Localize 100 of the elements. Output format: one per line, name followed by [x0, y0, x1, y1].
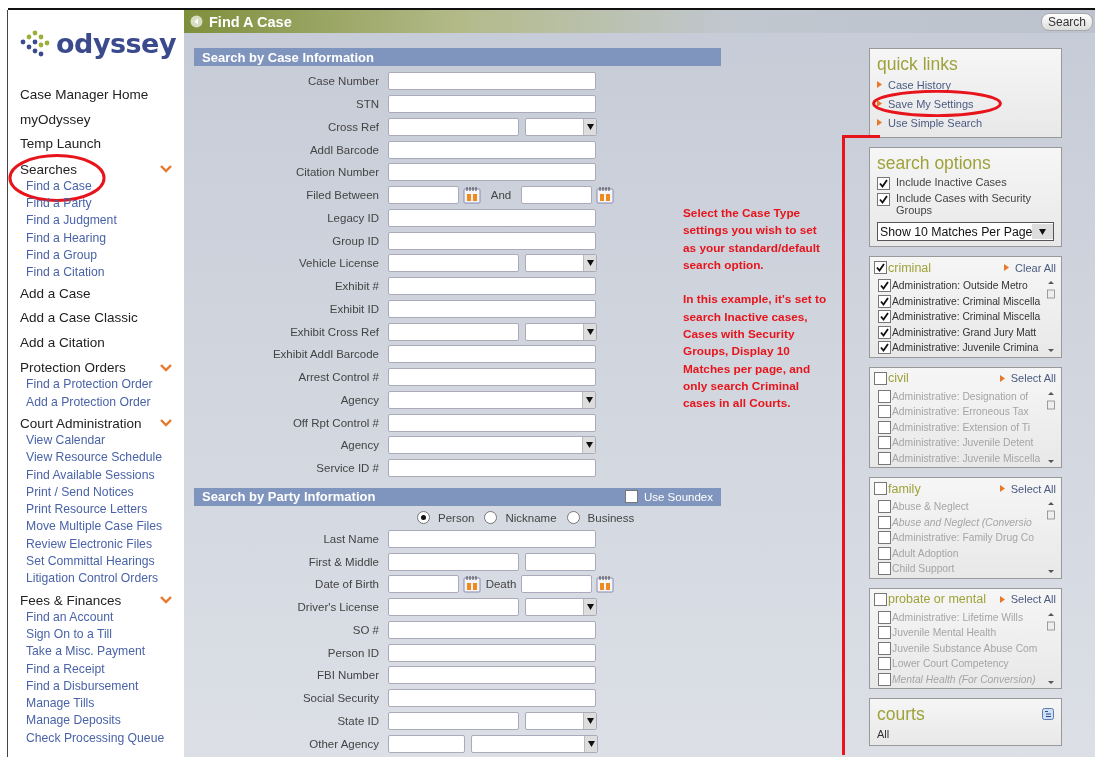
checkbox[interactable]: [874, 371, 887, 385]
select-link[interactable]: Select All: [1010, 372, 1056, 384]
nav-link[interactable]: Litigation Control Orders: [20, 570, 159, 588]
checkbox[interactable]: [878, 500, 891, 514]
input-field[interactable]: [388, 459, 596, 478]
list-item[interactable]: Administrative: Criminal Miscella: [892, 311, 1041, 323]
caret-icon[interactable]: [586, 123, 594, 130]
input-field[interactable]: [388, 299, 596, 318]
nav-link[interactable]: Find a Hearing: [20, 229, 106, 247]
nav-item[interactable]: Searches: [20, 160, 78, 178]
nav-link[interactable]: Manage Deposits: [20, 712, 121, 730]
input-field[interactable]: [388, 345, 596, 364]
chevron-icon[interactable]: [160, 165, 172, 174]
nav-link[interactable]: Add a Protection Order: [20, 393, 151, 411]
calendar-icon[interactable]: [463, 186, 481, 205]
nav-item[interactable]: Fees & Finances: [20, 591, 122, 609]
checkbox[interactable]: [878, 294, 891, 308]
input-field[interactable]: [388, 163, 596, 182]
nav-item[interactable]: Add a Case Classic: [20, 306, 138, 331]
checkbox[interactable]: [874, 261, 887, 274]
list-item[interactable]: Administrative: Criminal Miscella: [892, 295, 1041, 307]
nav-link[interactable]: View Resource Schedule: [20, 449, 162, 467]
chevron-icon[interactable]: [160, 596, 172, 605]
radio-button[interactable]: [417, 511, 430, 524]
calendar-icon[interactable]: [596, 186, 614, 205]
nav-item[interactable]: Add a Case: [20, 281, 91, 307]
caret-icon[interactable]: [586, 260, 594, 267]
nav-link[interactable]: Find a Case: [20, 177, 92, 196]
checkbox[interactable]: [878, 657, 891, 671]
checkbox[interactable]: [878, 310, 891, 324]
input-field[interactable]: [388, 666, 596, 685]
nav-link[interactable]: Manage Tills: [20, 695, 95, 713]
input-field[interactable]: [388, 322, 519, 341]
nav-item[interactable]: myOdyssey: [20, 107, 91, 133]
checkbox[interactable]: [877, 193, 890, 206]
chevron-icon[interactable]: [160, 363, 172, 372]
calendar-icon[interactable]: [596, 575, 614, 594]
nav-link[interactable]: Check Processing Queue: [20, 729, 165, 747]
radio-button[interactable]: [484, 511, 498, 524]
checkbox[interactable]: [878, 279, 891, 293]
nav-link[interactable]: Find a Disbursement: [20, 677, 139, 696]
list-item[interactable]: Administrative: Grand Jury Matt: [892, 326, 1037, 338]
nav-item[interactable]: Case Manager Home: [20, 83, 149, 108]
nav-item[interactable]: Add a Citation: [20, 330, 105, 356]
checkbox[interactable]: [878, 562, 891, 576]
input-field[interactable]: [388, 368, 596, 387]
checkbox[interactable]: [878, 610, 891, 624]
input-field[interactable]: [388, 208, 596, 227]
input-field[interactable]: [388, 643, 596, 662]
input-field[interactable]: [388, 413, 596, 432]
input-field[interactable]: [388, 689, 596, 708]
checkbox[interactable]: [874, 482, 887, 495]
checkbox[interactable]: [877, 177, 890, 190]
nav-item[interactable]: Court Administration: [20, 414, 142, 432]
input-field[interactable]: [388, 277, 596, 296]
nav-link[interactable]: Find a Group: [20, 246, 98, 265]
checkbox[interactable]: [878, 420, 891, 434]
nav-link[interactable]: Set Committal Hearings: [20, 553, 155, 571]
select-link[interactable]: Clear All: [1015, 261, 1056, 274]
input-field[interactable]: [388, 95, 596, 114]
checkbox[interactable]: [878, 405, 891, 419]
select-link[interactable]: Select All: [1010, 482, 1056, 495]
scrollbar[interactable]: [1046, 499, 1056, 576]
checkbox[interactable]: [874, 592, 887, 606]
nav-link[interactable]: Take a Misc. Payment: [20, 643, 146, 661]
input-field[interactable]: [388, 231, 596, 250]
caret-icon[interactable]: [586, 328, 594, 335]
nav-link[interactable]: Find a Citation: [20, 264, 105, 282]
quick-link[interactable]: Use Simple Search: [888, 116, 983, 129]
back-icon[interactable]: [190, 15, 203, 28]
nav-link[interactable]: Find a Receipt: [20, 660, 105, 678]
input-field[interactable]: [388, 117, 519, 136]
nav-item[interactable]: Temp Launch: [20, 132, 102, 157]
page-size-dropdown[interactable]: Show 10 Matches Per Page: [877, 222, 1054, 241]
checkbox[interactable]: [878, 546, 891, 560]
input-field[interactable]: [388, 711, 519, 730]
input-field[interactable]: [388, 140, 596, 159]
quick-link[interactable]: Case History: [888, 78, 951, 91]
checkbox[interactable]: [878, 325, 891, 339]
nav-link[interactable]: Find a Protection Order: [20, 376, 153, 394]
list-item[interactable]: Administrative: Juvenile Crimina: [892, 342, 1039, 354]
input-field[interactable]: [388, 254, 519, 273]
nav-link[interactable]: Find an Account: [20, 608, 114, 626]
input-field[interactable]: [388, 734, 465, 753]
nav-link[interactable]: Review Electronic Files: [20, 535, 152, 553]
input-field[interactable]: [388, 620, 596, 639]
checkbox[interactable]: [624, 490, 638, 503]
nav-link[interactable]: Find a Judgment: [20, 212, 117, 230]
caret-icon[interactable]: [585, 396, 593, 403]
caret-icon[interactable]: [587, 740, 595, 747]
nav-link[interactable]: View Calendar: [20, 431, 106, 450]
nav-link[interactable]: Move Multiple Case Files: [20, 518, 163, 536]
checkbox[interactable]: [878, 451, 891, 465]
nav-link[interactable]: Sign On to a Till: [20, 625, 113, 644]
checkbox[interactable]: [878, 672, 891, 686]
nav-link[interactable]: Find Available Sessions: [20, 466, 155, 484]
input-field[interactable]: [388, 72, 596, 91]
checkbox[interactable]: [878, 515, 891, 529]
radio-button[interactable]: [566, 511, 580, 524]
input-field[interactable]: [388, 552, 519, 571]
